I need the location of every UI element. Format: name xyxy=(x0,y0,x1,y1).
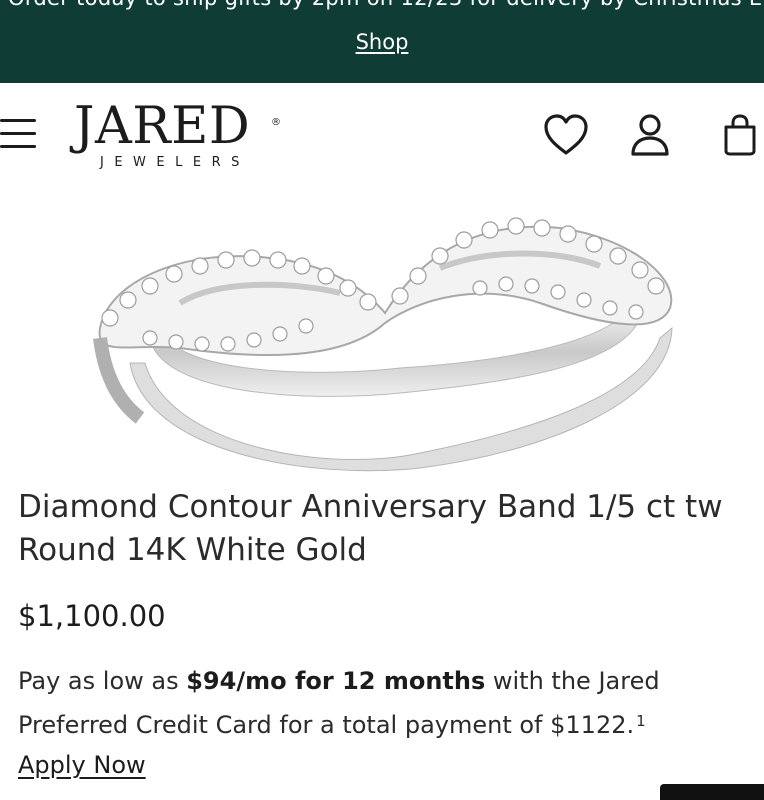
logo-wordmark: JARED xyxy=(74,97,251,156)
heart-icon[interactable] xyxy=(543,113,589,157)
site-header: JARED ® JEWELERS xyxy=(0,83,764,188)
financing-footnote: 1 xyxy=(636,712,646,730)
financing-highlight: $94/mo for 12 months xyxy=(186,667,486,695)
menu-icon[interactable] xyxy=(0,117,38,151)
shopping-bag-icon[interactable] xyxy=(722,113,758,157)
promo-text: Order today to ship gifts by 2pm on 12/2… xyxy=(8,0,764,10)
promo-shop-link[interactable]: Shop xyxy=(0,30,764,54)
logo-subtitle: JEWELERS xyxy=(100,155,250,170)
product-title: Diamond Contour Anniversary Band 1/5 ct … xyxy=(18,489,723,568)
jared-logo[interactable]: JARED ® JEWELERS xyxy=(74,97,286,177)
promo-banner: Order today to ship gifts by 2pm on 12/2… xyxy=(0,0,764,83)
chat-widget-button[interactable] xyxy=(660,784,764,800)
logo-registered-mark: ® xyxy=(271,117,281,128)
product-price: $1,100.00 xyxy=(18,599,166,633)
product-image[interactable] xyxy=(0,188,764,478)
account-icon[interactable] xyxy=(629,113,671,157)
financing-offer: Pay as low as $94/mo for 12 months with … xyxy=(18,659,738,747)
apply-now-link[interactable]: Apply Now xyxy=(18,751,146,779)
financing-prefix: Pay as low as xyxy=(18,667,187,695)
